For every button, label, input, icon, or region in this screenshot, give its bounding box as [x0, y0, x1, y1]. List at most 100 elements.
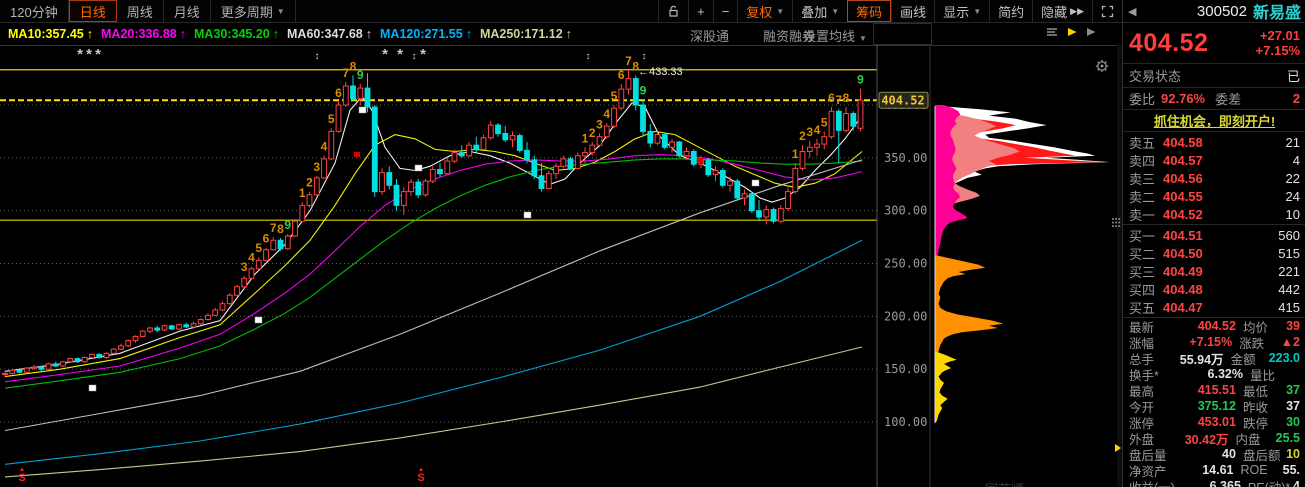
- red-dot-marker: [354, 152, 360, 157]
- simple-mode-button[interactable]: 简约: [989, 0, 1032, 22]
- book-volume: 4: [1292, 152, 1300, 168]
- high-price-annotation: ←433.33: [638, 66, 683, 78]
- display-button[interactable]: 显示 ▼: [934, 0, 989, 22]
- drag-handle-icon[interactable]: [1118, 221, 1121, 224]
- td-count-marker: 4: [321, 140, 328, 154]
- book-volume: 560: [1278, 227, 1300, 243]
- period-tabs: 120分钟 日线 周线 月线 更多周期 ▼: [0, 0, 296, 22]
- ma-settings-button[interactable]: 设置均线 ▼: [803, 26, 867, 45]
- stock-name: 新易盛: [1252, 5, 1301, 22]
- shenzhen-connect-link[interactable]: 深股通: [690, 26, 729, 45]
- expand-icon[interactable]: [1092, 0, 1122, 22]
- book-price: 404.47: [1163, 299, 1203, 315]
- chevron-down-icon: ▼: [776, 6, 785, 16]
- stock-code: 300502: [1196, 2, 1247, 20]
- tab-weekly[interactable]: 周线: [117, 0, 164, 22]
- y-axis-label: 100.00: [884, 415, 927, 429]
- book-price: 404.58: [1163, 134, 1203, 150]
- td-count-marker: 8: [843, 91, 850, 105]
- hide-button[interactable]: 隐藏 ▶▶: [1032, 0, 1092, 22]
- draw-line-button[interactable]: 画线: [891, 0, 934, 22]
- main-chart-svg[interactable]: 400.00350.00300.00250.00200.00150.00100.…: [0, 45, 1122, 487]
- drag-handle-icon[interactable]: [1118, 218, 1121, 220]
- trade-status-row: 交易状态 已: [1123, 64, 1305, 88]
- back-chevron-icon[interactable]: ◀: [1128, 5, 1136, 18]
- drag-handle-icon[interactable]: [1115, 218, 1117, 220]
- ma-legend-item: MA60:347.68 ↑: [287, 26, 372, 41]
- candlestick-chart[interactable]: 400.00350.00300.00250.00200.00150.00100.…: [0, 45, 1122, 487]
- stat-value: 10: [1286, 447, 1300, 461]
- stat-value: 6.32%: [1207, 367, 1243, 381]
- td-count-marker: 7: [342, 66, 349, 80]
- tab-daily[interactable]: 日线: [68, 0, 117, 22]
- y-axis-label: 250.00: [884, 257, 927, 271]
- chevron-down-icon: ▼: [831, 6, 840, 16]
- book-price: 404.55: [1163, 188, 1203, 204]
- stat-value: 40: [1222, 447, 1236, 461]
- td-count-marker: 3: [806, 125, 813, 139]
- stock-terminal-window: 120分钟 日线 周线 月线 更多周期 ▼ + − 复权 ▼ 叠加 ▼ 筹码 画线 显示 ▼ 简约 隐藏 ▶▶ M…: [0, 0, 1305, 487]
- book-level-label: 买三: [1129, 264, 1156, 280]
- y-axis-label: 300.00: [884, 204, 927, 218]
- book-level-label: 买一: [1129, 228, 1156, 244]
- event-marker-icon: ↕: [586, 51, 591, 62]
- td-count-marker: 9: [640, 84, 647, 98]
- stat-value: 223.0: [1268, 351, 1300, 365]
- stat-value: 6.365: [1209, 479, 1241, 487]
- book-level-label: 卖三: [1129, 171, 1156, 187]
- tab-120min[interactable]: 120分钟: [0, 0, 69, 22]
- td-count-marker: 6: [618, 68, 625, 82]
- list-icon[interactable]: [1045, 26, 1059, 38]
- drag-handle-icon[interactable]: [1112, 221, 1114, 224]
- td-count-marker: 7: [835, 93, 842, 107]
- bid-row: 买一 404.51 560: [1129, 226, 1300, 244]
- td-count-marker: 5: [821, 115, 828, 129]
- zoom-in-button[interactable]: +: [688, 0, 713, 22]
- chip-distribution: [934, 105, 1110, 424]
- stat-value: 30.42万: [1184, 432, 1229, 447]
- chips-button[interactable]: 筹码: [847, 0, 892, 22]
- ma-line-MA120: [4, 239, 863, 465]
- commission-ratio-row: 委比 92.76% 委差 2: [1123, 88, 1305, 110]
- overlay-button[interactable]: 叠加 ▼: [792, 0, 847, 22]
- weicha-label: 委差: [1215, 92, 1242, 107]
- ma-line-fast: [4, 95, 863, 372]
- period-toolbar: 120分钟 日线 周线 月线 更多周期 ▼ + − 复权 ▼ 叠加 ▼ 筹码 画线 显示 ▼ 简约 隐藏 ▶▶: [0, 0, 1122, 23]
- td-count-marker: 6: [263, 232, 270, 246]
- book-price: 404.51: [1163, 227, 1203, 243]
- adjust-price-button[interactable]: 复权 ▼: [737, 0, 792, 22]
- stat-row: 收益(一) 6.365 PE(动)*4: [1129, 478, 1300, 487]
- td-count-marker: 2: [589, 126, 596, 140]
- y-axis-label: 350.00: [884, 151, 927, 165]
- stat-value: 37: [1286, 399, 1300, 413]
- play-yellow-icon[interactable]: [1066, 26, 1078, 38]
- play-gray-icon[interactable]: [1085, 26, 1097, 38]
- drag-handle-icon[interactable]: [1112, 225, 1114, 227]
- book-price: 404.52: [1163, 206, 1203, 222]
- td-count-marker: 2: [799, 129, 806, 143]
- book-volume: 22: [1285, 170, 1300, 186]
- stat-value: 25.5: [1275, 431, 1301, 445]
- red-dot-marker: [697, 158, 703, 163]
- drag-handle-icon[interactable]: [1115, 221, 1117, 224]
- order-book: 卖五 404.58 21 卖四 404.57 4 卖三 404.56 22 卖二 404.55 24 卖…: [1123, 132, 1305, 318]
- zoom-out-button[interactable]: −: [712, 0, 738, 22]
- ma-legend-bar: MA10:357.45 ↑ MA20:336.88 ↑ MA30:345.20 ↑ MA60…: [0, 22, 1122, 45]
- book-price: 404.48: [1163, 281, 1203, 297]
- drag-handle-icon[interactable]: [1115, 225, 1117, 227]
- stat-value: 37: [1286, 383, 1300, 397]
- ma-settings-label: 设置均线: [803, 29, 856, 44]
- tab-more-periods[interactable]: 更多周期 ▼: [211, 0, 296, 22]
- td-count-marker: 6: [335, 86, 342, 100]
- tab-monthly[interactable]: 月线: [164, 0, 211, 22]
- signal-box-marker: [414, 164, 423, 172]
- stat-value: 404.52: [1197, 319, 1236, 333]
- drag-handle-icon[interactable]: [1118, 225, 1121, 227]
- open-account-link[interactable]: 抓住机会，即刻开户!: [1154, 111, 1275, 130]
- ma-legend-item: MA250:171.12 ↑: [479, 26, 572, 41]
- td-count-marker: 8: [277, 222, 284, 236]
- lock-icon[interactable]: [658, 0, 688, 22]
- drag-handle-icon[interactable]: [1112, 218, 1114, 220]
- event-marker-icon: ↕: [642, 51, 647, 62]
- gear-icon[interactable]: [1095, 59, 1109, 73]
